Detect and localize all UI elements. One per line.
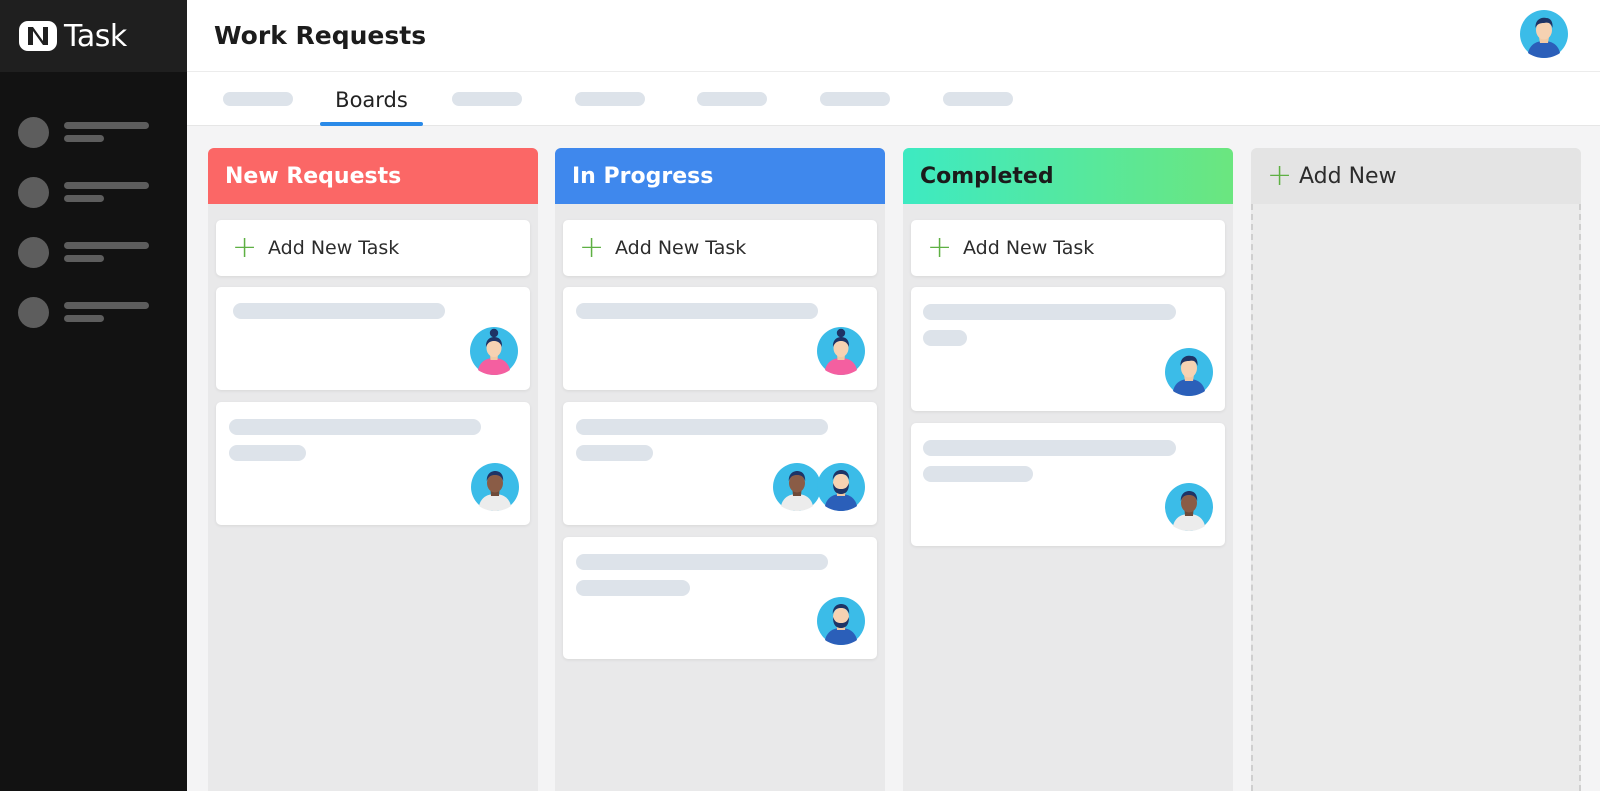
column-header[interactable]: Completed [903,148,1233,204]
plus-icon: + [1267,158,1293,193]
task-card[interactable] [216,287,530,390]
task-subtitle-placeholder [576,580,690,596]
task-title-placeholder [923,440,1176,456]
task-card[interactable] [563,402,877,525]
ntask-logo-icon [19,21,57,51]
nav-placeholder-icon [18,116,49,148]
tab-boards[interactable]: Boards [320,72,423,126]
assignee-avatar-icon [1165,483,1213,531]
column-new-requests: New Requests + Add New Task [208,148,538,791]
plus-icon: + [579,230,605,265]
add-new-column-button[interactable]: + Add New [1251,148,1581,204]
assignee-avatar-icon [817,327,865,375]
plus-icon: + [232,230,258,265]
nav-placeholder-icon [18,236,49,268]
tab-placeholder[interactable] [697,92,767,106]
sidebar-item-1[interactable] [0,102,187,162]
tab-boards-label: Boards [335,88,408,112]
add-new-task-button[interactable]: + Add New Task [563,220,877,276]
column-completed: Completed + Add New Task [903,148,1233,791]
task-subtitle-placeholder [229,445,306,461]
assignee-avatar-icon [470,327,518,375]
add-new-task-label: Add New Task [268,237,400,259]
task-subtitle-placeholder [576,445,653,461]
tab-bar: Boards [187,72,1600,126]
nav-placeholder-text [64,242,149,262]
task-card[interactable] [911,287,1225,411]
sidebar-item-2[interactable] [0,162,187,222]
header: Work Requests [187,0,1600,72]
add-new-task-button[interactable]: + Add New Task [911,220,1225,276]
add-new-task-label: Add New Task [963,237,1095,259]
task-title-placeholder [576,419,828,435]
column-header[interactable]: New Requests [208,148,538,204]
sidebar-nav [0,72,187,342]
nav-placeholder-icon [18,296,49,328]
column-header[interactable]: In Progress [555,148,885,204]
add-new-task-label: Add New Task [615,237,747,259]
tab-placeholder[interactable] [452,92,522,106]
tab-placeholder[interactable] [943,92,1013,106]
tab-placeholder[interactable] [575,92,645,106]
nav-placeholder-text [64,122,149,142]
task-title-placeholder [576,554,828,570]
brand-name: Task [64,18,127,54]
sidebar: Task [0,0,187,791]
add-new-task-button[interactable]: + Add New Task [216,220,530,276]
task-card[interactable] [216,402,530,525]
column-in-progress: In Progress + Add New Task [555,148,885,791]
add-new-column-label: Add New [1299,163,1397,189]
sidebar-item-3[interactable] [0,222,187,282]
tab-placeholder[interactable] [223,92,293,106]
assignee-avatar-icon [471,463,519,511]
nav-placeholder-text [64,182,149,202]
sidebar-item-4[interactable] [0,282,187,342]
task-title-placeholder [229,419,481,435]
page-title: Work Requests [214,21,427,50]
task-title-placeholder [233,303,445,319]
task-title-placeholder [923,304,1176,320]
task-card[interactable] [911,423,1225,546]
plus-icon: + [927,230,953,265]
active-tab-indicator [320,122,423,126]
add-new-column-dropzone [1251,204,1581,791]
assignee-avatar-icon [817,597,865,645]
task-subtitle-placeholder [923,466,1033,482]
brand[interactable]: Task [0,0,187,72]
task-subtitle-placeholder [923,330,967,346]
user-avatar-icon[interactable] [1520,10,1568,58]
task-card[interactable] [563,287,877,390]
task-card[interactable] [563,537,877,659]
assignee-avatar-icon [817,463,865,511]
add-new-column: + Add New [1251,148,1581,791]
nav-placeholder-text [64,302,149,322]
task-title-placeholder [576,303,818,319]
nav-placeholder-icon [18,176,49,208]
assignee-avatar-icon [1165,348,1213,396]
tab-placeholder[interactable] [820,92,890,106]
assignee-avatar-icon [773,463,821,511]
